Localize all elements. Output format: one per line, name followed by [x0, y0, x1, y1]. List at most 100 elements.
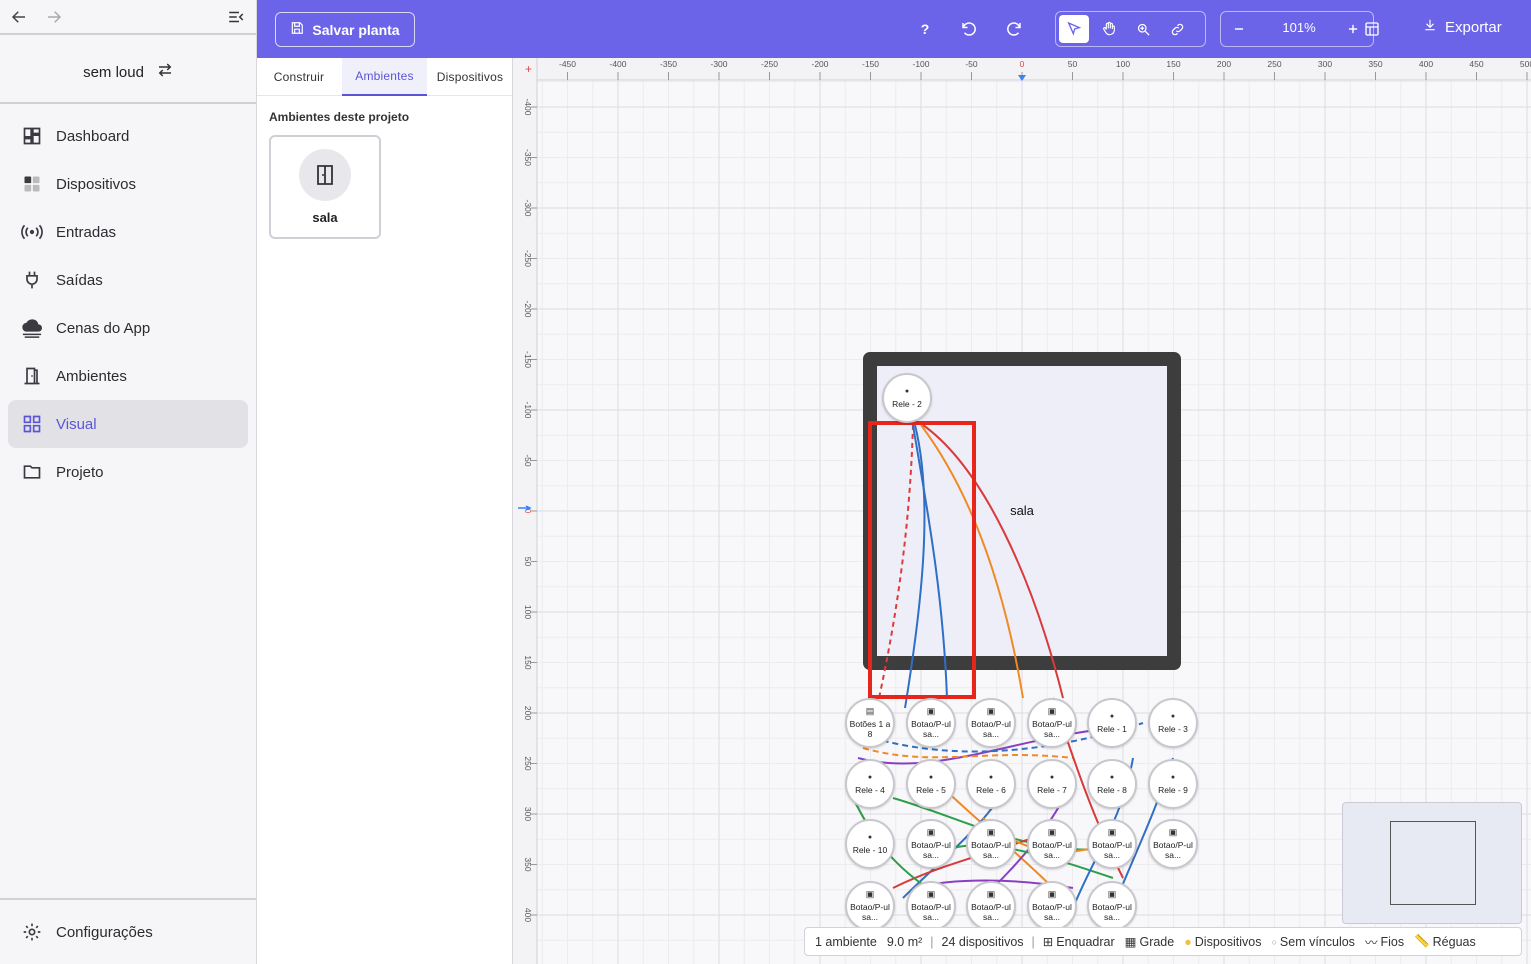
tab-ambientes[interactable]: Ambientes	[342, 58, 427, 96]
broadcast-icon	[20, 220, 44, 244]
device-node[interactable]: ▣ Botao/P-ulsa...	[906, 698, 956, 748]
tab-dispositivos[interactable]: Dispositivos	[428, 58, 512, 96]
device-node[interactable]: ▣ Botao/P-ulsa...	[1027, 819, 1077, 869]
sidebar-item-saidas[interactable]: Saídas	[8, 256, 248, 304]
sidebar-item-projeto[interactable]: Projeto	[8, 448, 248, 496]
device-node[interactable]: ▣ Botao/P-ulsa...	[1087, 881, 1137, 931]
wall-corner[interactable]	[1168, 657, 1180, 669]
device-label: Botao/P-ulsa...	[911, 902, 951, 922]
devices-toggle[interactable]: Dispositivos	[1195, 935, 1262, 949]
sidebar-item-dispositivos[interactable]: Dispositivos	[8, 160, 248, 208]
switch-icon: ▣	[926, 706, 936, 716]
redo-icon[interactable]	[999, 14, 1029, 44]
link-tool-icon[interactable]	[1162, 15, 1192, 43]
dashboard-icon	[20, 124, 44, 148]
device-node[interactable]: ● Rele - 8	[1087, 759, 1137, 809]
cloud-icon	[20, 316, 44, 340]
bulb-icon: ●	[928, 774, 934, 781]
wire	[862, 747, 1074, 759]
room-card[interactable]: sala	[269, 135, 381, 239]
switch-icon: ▣	[1047, 889, 1057, 899]
wires-toggle[interactable]: Fios	[1380, 935, 1404, 949]
switch-icon: ▣	[926, 827, 936, 837]
device-node[interactable]: ▣ Botao/P-ulsa...	[966, 698, 1016, 748]
bulb-icon: ●	[1049, 774, 1055, 781]
device-node[interactable]: ● Rele - 6	[966, 759, 1016, 809]
panel-title: Ambientes deste projeto	[269, 110, 410, 124]
bulb-icon: ●	[1170, 774, 1176, 781]
bulb-icon: ●	[867, 834, 873, 841]
back-arrow-icon[interactable]	[8, 6, 30, 28]
wall-corner[interactable]	[864, 353, 876, 365]
device-node[interactable]: ▣ Botao/P-ulsa...	[906, 819, 956, 869]
device-node[interactable]: ▣ Botao/P-ulsa...	[845, 881, 895, 931]
switch-icon: ▣	[1107, 889, 1117, 899]
pan-hand-icon[interactable]	[1094, 15, 1124, 43]
help-button[interactable]: ?	[910, 14, 940, 44]
bulb-icon: ●	[1170, 713, 1176, 720]
device-node[interactable]: ▣ Botao/P-ulsa...	[966, 819, 1016, 869]
device-node[interactable]: ● Rele - 10	[845, 819, 895, 869]
sidebar-item-label: Entradas	[56, 223, 117, 241]
zoom-tool-icon[interactable]	[1128, 15, 1158, 43]
export-button[interactable]: Exportar	[1423, 18, 1502, 36]
wall-corner[interactable]	[1168, 353, 1180, 365]
ruler-origin-plus-icon[interactable]: +	[525, 62, 532, 76]
device-node[interactable]: ● Rele - 7	[1027, 759, 1077, 809]
sidebar-item-visual[interactable]: Visual	[8, 400, 248, 448]
device-node[interactable]: ● Rele - 4	[845, 759, 895, 809]
ruler-x-label: -150	[862, 59, 879, 69]
bulb-icon: ●	[904, 388, 910, 395]
sidebar-item-dashboard[interactable]: Dashboard	[8, 112, 248, 160]
ruler-x-label: 150	[1166, 59, 1180, 69]
device-node[interactable]: ● Rele - 5	[906, 759, 956, 809]
device-label: Botao/P-ulsa...	[850, 902, 890, 922]
device-node[interactable]: ▤ Botões 1 a 8	[845, 698, 895, 748]
panel-tabs: Construir Ambientes Dispositivos	[257, 58, 512, 96]
device-label: Rele - 1	[1097, 724, 1127, 734]
ruler-x-label: -450	[559, 59, 576, 69]
device-node[interactable]: ▣ Botao/P-ulsa...	[906, 881, 956, 931]
minimap[interactable]	[1342, 802, 1522, 924]
project-switcher[interactable]: sem loud	[0, 52, 257, 92]
zoom-level: 101%	[1282, 20, 1316, 35]
sidebar-item-ambientes[interactable]: Ambientes	[8, 352, 248, 400]
download-icon	[1423, 18, 1437, 36]
device-node[interactable]: ● Rele - 2	[882, 373, 932, 423]
device-node[interactable]: ▣ Botao/P-ulsa...	[1148, 819, 1198, 869]
sidebar-item-cenas[interactable]: Cenas do App	[8, 304, 248, 352]
device-node[interactable]: ▣ Botao/P-ulsa...	[1027, 881, 1077, 931]
sidebar-item-configuracoes[interactable]: Configurações	[8, 908, 248, 956]
device-node[interactable]: ● Rele - 3	[1148, 698, 1198, 748]
forward-arrow-icon[interactable]	[43, 6, 65, 28]
collapse-menu-icon[interactable]	[225, 6, 247, 28]
grid-toggle[interactable]: Grade	[1139, 935, 1174, 949]
layout-icon[interactable]	[1357, 14, 1387, 44]
sidebar-item-label: Cenas do App	[56, 319, 151, 337]
device-node[interactable]: ● Rele - 1	[1087, 698, 1137, 748]
device-node[interactable]: ▣ Botao/P-ulsa...	[966, 881, 1016, 931]
rulers-toggle[interactable]: Réguas	[1433, 935, 1476, 949]
keypad-icon: ▤	[865, 706, 875, 716]
ruler-x-label: -50	[965, 59, 978, 69]
tab-construir[interactable]: Construir	[257, 58, 341, 96]
side-panel: Construir Ambientes Dispositivos Ambient…	[257, 58, 513, 964]
fit-toggle[interactable]: Enquadrar	[1056, 935, 1114, 949]
minimap-viewport[interactable]	[1390, 821, 1476, 905]
select-tool-icon[interactable]	[1059, 15, 1089, 43]
zoom-out-icon[interactable]	[1224, 15, 1254, 43]
no-links-toggle[interactable]: Sem vínculos	[1280, 935, 1355, 949]
divider: |	[1031, 934, 1035, 949]
sidebar-item-entradas[interactable]: Entradas	[8, 208, 248, 256]
device-node[interactable]: ▣ Botao/P-ulsa...	[1027, 698, 1077, 748]
undo-icon[interactable]	[954, 14, 984, 44]
device-label: Rele - 4	[855, 785, 885, 795]
divider	[0, 898, 256, 900]
device-node[interactable]: ● Rele - 9	[1148, 759, 1198, 809]
floorplan-canvas[interactable]: -450 -400 -350 -300 -250 -200 -150 -100 -50 0 50 10…	[513, 58, 1531, 964]
switch-icon: ▣	[926, 889, 936, 899]
divider: |	[930, 934, 934, 949]
save-plan-button[interactable]: Salvar planta	[275, 12, 415, 47]
ruler-x-label: 300	[1318, 59, 1332, 69]
device-node[interactable]: ▣ Botao/P-ulsa...	[1087, 819, 1137, 869]
